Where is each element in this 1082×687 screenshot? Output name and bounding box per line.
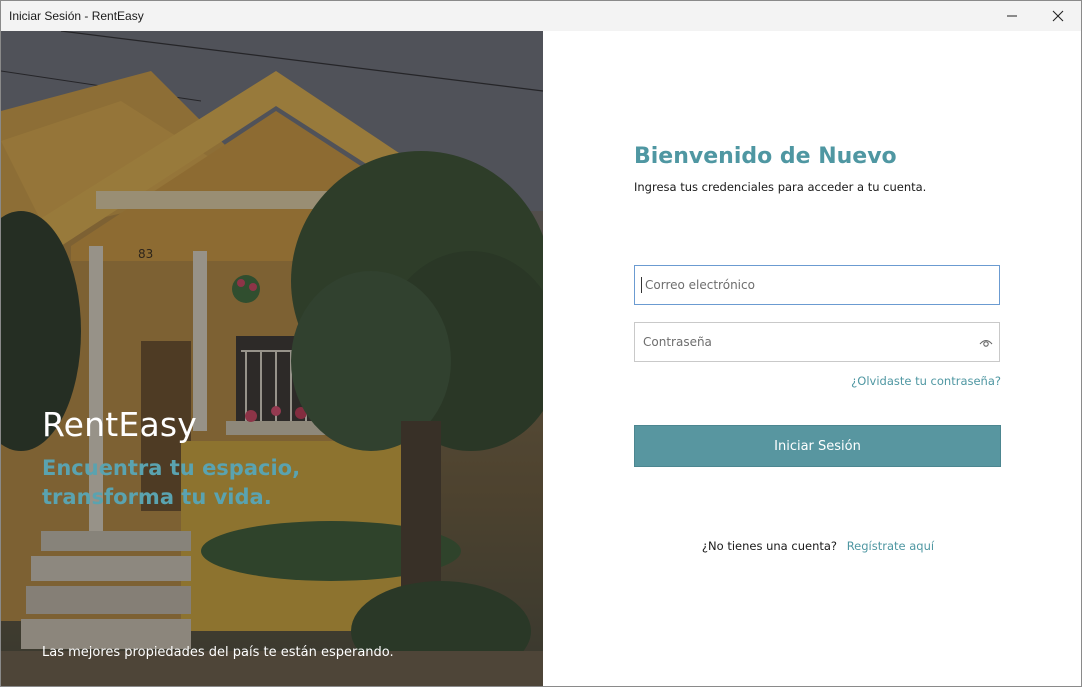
close-button[interactable] [1035,1,1081,31]
login-button[interactable]: Iniciar Sesión [634,425,1001,467]
text-cursor [641,277,642,293]
close-icon [1052,10,1064,22]
title-bar: Iniciar Sesión - RentEasy [1,1,1081,32]
eye-icon[interactable] [979,336,993,354]
minimize-button[interactable] [989,1,1035,31]
register-link[interactable]: Regístrate aquí [847,539,934,553]
hero-panel: 83 RentEasy Encuentra tu espacio, transf… [1,31,543,686]
no-account-text: ¿No tienes una cuenta? [701,539,838,553]
password-input[interactable] [641,323,975,361]
hero-footnote: Las mejores propiedades del país te está… [42,645,394,660]
password-field[interactable] [634,322,1000,362]
signup-prompt: ¿No tienes una cuenta? Regístrate aquí [543,539,1081,553]
form-subtitle: Ingresa tus credenciales para acceder a … [634,180,927,194]
email-field[interactable] [634,265,1000,305]
brand-name: RentEasy [42,405,197,444]
form-heading: Bienvenido de Nuevo [634,144,897,169]
window-controls [989,1,1081,31]
window-title: Iniciar Sesión - RentEasy [9,9,144,23]
hero-overlay [1,31,543,686]
forgot-password-link[interactable]: ¿Olvidaste tu contraseña? [634,374,1001,388]
login-form-panel: Bienvenido de Nuevo Ingresa tus credenci… [543,31,1081,686]
email-input[interactable] [643,266,977,304]
hero-tagline: Encuentra tu espacio, transforma tu vida… [42,456,301,509]
login-window: Iniciar Sesión - RentEasy 83 RentEasy En… [0,0,1082,687]
minimize-icon [1007,15,1017,17]
